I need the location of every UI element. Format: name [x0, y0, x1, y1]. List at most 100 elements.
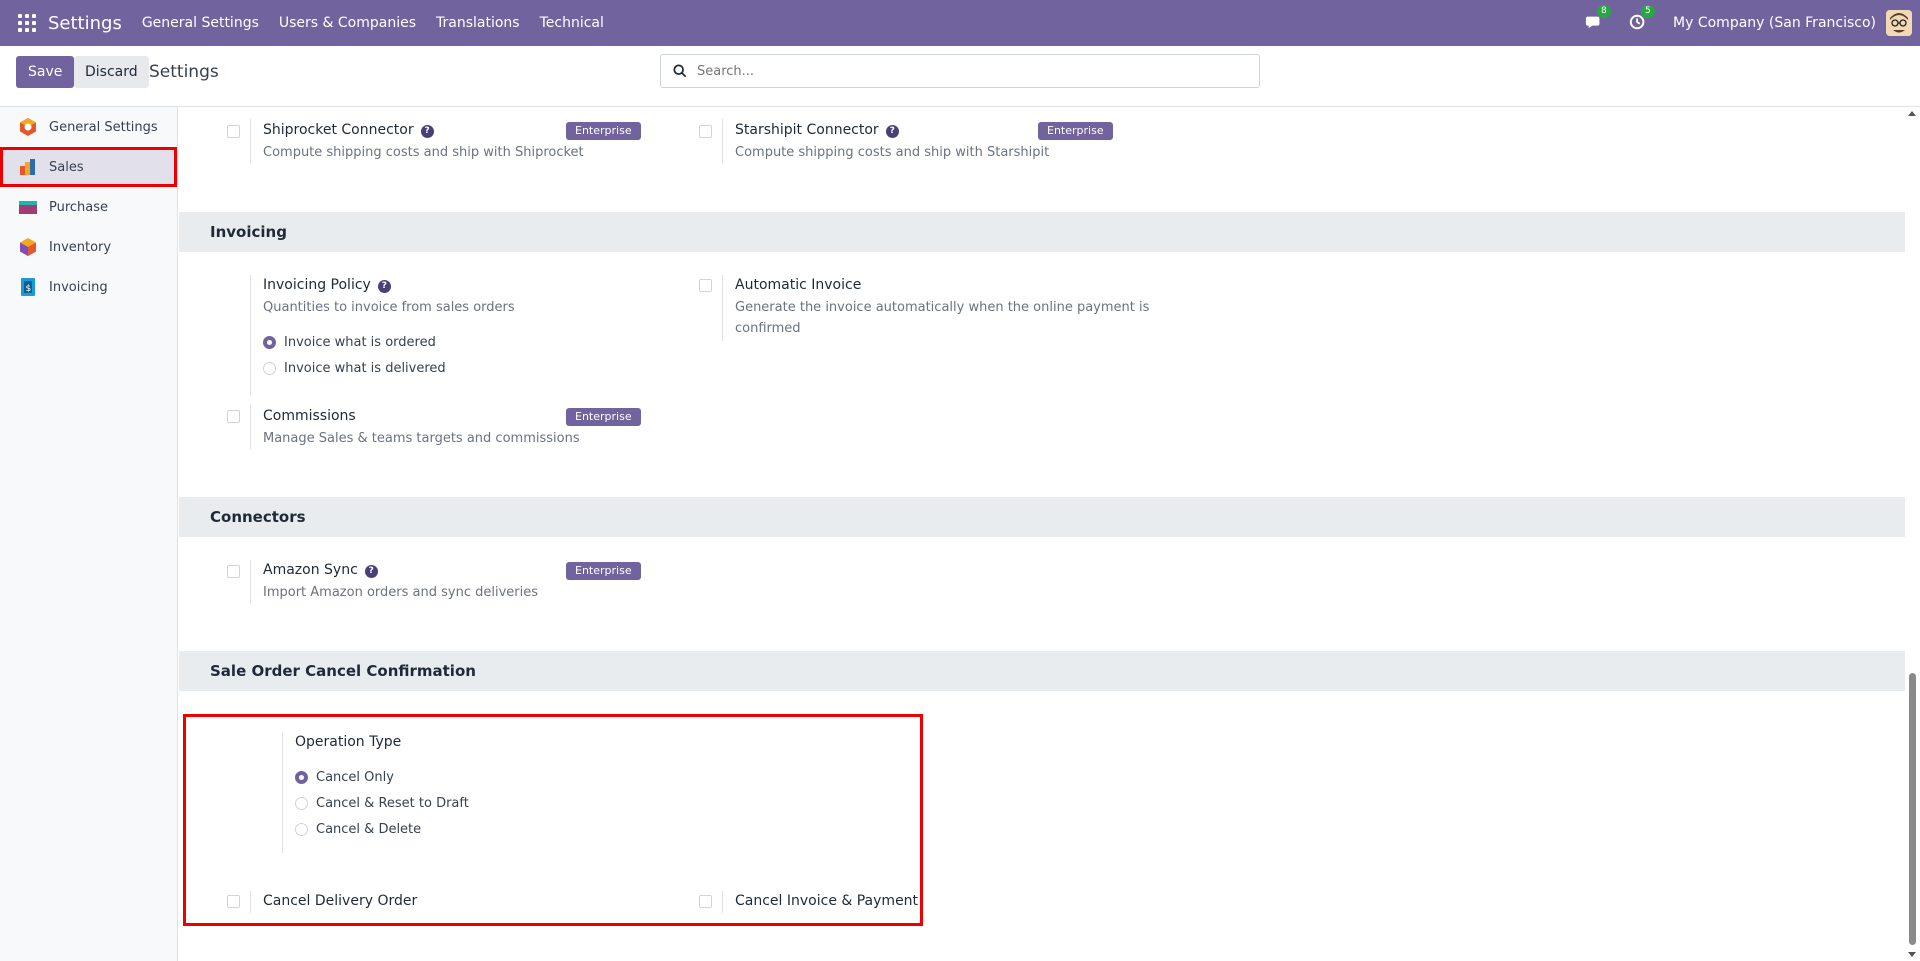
sidebar-item-label: Inventory [49, 239, 112, 255]
enterprise-badge[interactable]: Enterprise [566, 562, 641, 580]
section-header-cancel-confirmation: Sale Order Cancel Confirmation [179, 651, 1905, 691]
inventory-icon [20, 238, 36, 256]
radio-label: Cancel & Reset to Draft [316, 796, 469, 811]
radio-button[interactable] [263, 336, 276, 349]
svg-text:$: $ [26, 284, 32, 294]
shiprocket-label: Shiprocket Connector [263, 122, 414, 138]
sidebar-item-purchase[interactable]: Purchase [0, 187, 177, 227]
invoicing-policy-title: Invoicing Policy? [263, 277, 391, 293]
invoicing-policy-desc: Quantities to invoice from sales orders [263, 300, 515, 315]
starshipit-label: Starshipit Connector [735, 122, 879, 138]
radio-invoice-ordered[interactable]: Invoice what is ordered [263, 335, 436, 350]
commissions-desc: Manage Sales & teams targets and commiss… [263, 431, 580, 446]
divider [250, 560, 251, 604]
settings-form: Shiprocket Connector? Compute shipping c… [179, 107, 1905, 961]
divider [722, 275, 723, 341]
radio-invoice-delivered[interactable]: Invoice what is delivered [263, 361, 446, 376]
general-settings-icon [20, 118, 36, 136]
activities-counter: 5 [1641, 5, 1655, 18]
radio-button[interactable] [295, 823, 308, 836]
divider [722, 891, 723, 913]
sidebar-item-label: Sales [49, 159, 84, 175]
shiprocket-checkbox[interactable] [227, 125, 240, 138]
section-header-connectors: Connectors [179, 497, 1905, 537]
divider [722, 119, 723, 163]
search-icon [673, 64, 687, 78]
commissions-checkbox[interactable] [227, 410, 240, 423]
cancel-delivery-checkbox[interactable] [227, 895, 240, 908]
cancel-invoice-title: Cancel Invoice & Payment [735, 893, 919, 909]
app-brand[interactable]: Settings [48, 13, 122, 34]
invoicing-policy-label: Invoicing Policy [263, 277, 371, 293]
vertical-scrollbar[interactable] [1905, 107, 1920, 961]
menu-translations[interactable]: Translations [436, 15, 520, 31]
activities-icon[interactable]: 5 [1629, 5, 1655, 33]
radio-button[interactable] [263, 362, 276, 375]
search-bar[interactable] [660, 54, 1260, 88]
operation-type-title: Operation Type [295, 734, 402, 750]
purchase-icon [19, 201, 37, 214]
menu-technical[interactable]: Technical [540, 15, 604, 31]
help-icon[interactable]: ? [377, 280, 391, 293]
sidebar-item-invoicing[interactable]: $ Invoicing [0, 267, 177, 307]
radio-cancel-delete[interactable]: Cancel & Delete [295, 822, 421, 837]
apps-menu-icon[interactable] [18, 14, 36, 32]
radio-label: Invoice what is ordered [284, 335, 436, 350]
company-switcher[interactable]: My Company (San Francisco) [1673, 15, 1876, 31]
sidebar-item-label: Invoicing [49, 279, 108, 295]
starshipit-desc: Compute shipping costs and ship with Sta… [735, 145, 1050, 160]
search-input[interactable] [697, 63, 1237, 79]
automatic-invoice-title: Automatic Invoice [735, 277, 862, 293]
scrollbar-thumb[interactable] [1909, 673, 1916, 945]
messages-counter: 8 [1597, 5, 1611, 18]
amazon-sync-label: Amazon Sync [263, 562, 358, 578]
shiprocket-title: Shiprocket Connector? [263, 122, 434, 138]
starshipit-checkbox[interactable] [699, 125, 712, 138]
divider [250, 891, 251, 913]
sidebar-item-sales[interactable]: Sales [0, 147, 177, 187]
help-icon[interactable]: ? [420, 125, 434, 138]
starshipit-title: Starshipit Connector? [735, 122, 899, 138]
sidebar-item-label: General Settings [49, 119, 158, 135]
cancel-delivery-title: Cancel Delivery Order [263, 893, 418, 909]
invoicing-icon: $ [21, 278, 35, 296]
cancel-invoice-checkbox[interactable] [699, 895, 712, 908]
sidebar-item-inventory[interactable]: Inventory [0, 227, 177, 267]
amazon-sync-title: Amazon Sync? [263, 562, 378, 578]
control-panel: Save Discard Settings [0, 46, 1920, 107]
radio-cancel-only[interactable]: Cancel Only [295, 770, 394, 785]
scroll-down-arrow-icon[interactable] [1908, 952, 1916, 957]
enterprise-badge[interactable]: Enterprise [1038, 122, 1113, 140]
automatic-invoice-checkbox[interactable] [699, 279, 712, 292]
shiprocket-desc: Compute shipping costs and ship with Shi… [263, 145, 584, 160]
top-navbar: Settings General Settings Users & Compan… [0, 0, 1920, 46]
sidebar-item-general-settings[interactable]: General Settings [0, 107, 177, 147]
radio-label: Invoice what is delivered [284, 361, 446, 376]
discard-button[interactable]: Discard [74, 56, 149, 88]
help-icon[interactable]: ? [364, 565, 378, 578]
enterprise-badge[interactable]: Enterprise [566, 122, 641, 140]
radio-label: Cancel & Delete [316, 822, 422, 837]
amazon-sync-checkbox[interactable] [227, 565, 240, 578]
save-button[interactable]: Save [16, 56, 75, 88]
radio-button[interactable] [295, 797, 308, 810]
sales-icon [20, 159, 35, 175]
amazon-sync-desc: Import Amazon orders and sync deliveries [263, 585, 538, 600]
divider [250, 275, 251, 395]
menu-users-companies[interactable]: Users & Companies [279, 15, 416, 31]
scroll-up-arrow-icon[interactable] [1908, 111, 1916, 116]
divider [282, 733, 283, 853]
radio-label: Cancel Only [316, 770, 394, 785]
sidebar-item-label: Purchase [49, 199, 109, 215]
page-title: Settings [149, 62, 219, 82]
radio-button[interactable] [295, 771, 308, 784]
radio-cancel-reset-draft[interactable]: Cancel & Reset to Draft [295, 796, 469, 811]
menu-general-settings[interactable]: General Settings [142, 15, 259, 31]
divider [250, 405, 251, 449]
messages-icon[interactable]: 8 [1585, 5, 1611, 33]
help-icon[interactable]: ? [885, 125, 899, 138]
user-avatar[interactable] [1886, 10, 1912, 36]
commissions-title: Commissions [263, 408, 356, 424]
enterprise-badge[interactable]: Enterprise [566, 408, 641, 426]
settings-sidebar: General Settings Sales Purchase Inventor… [0, 107, 178, 961]
